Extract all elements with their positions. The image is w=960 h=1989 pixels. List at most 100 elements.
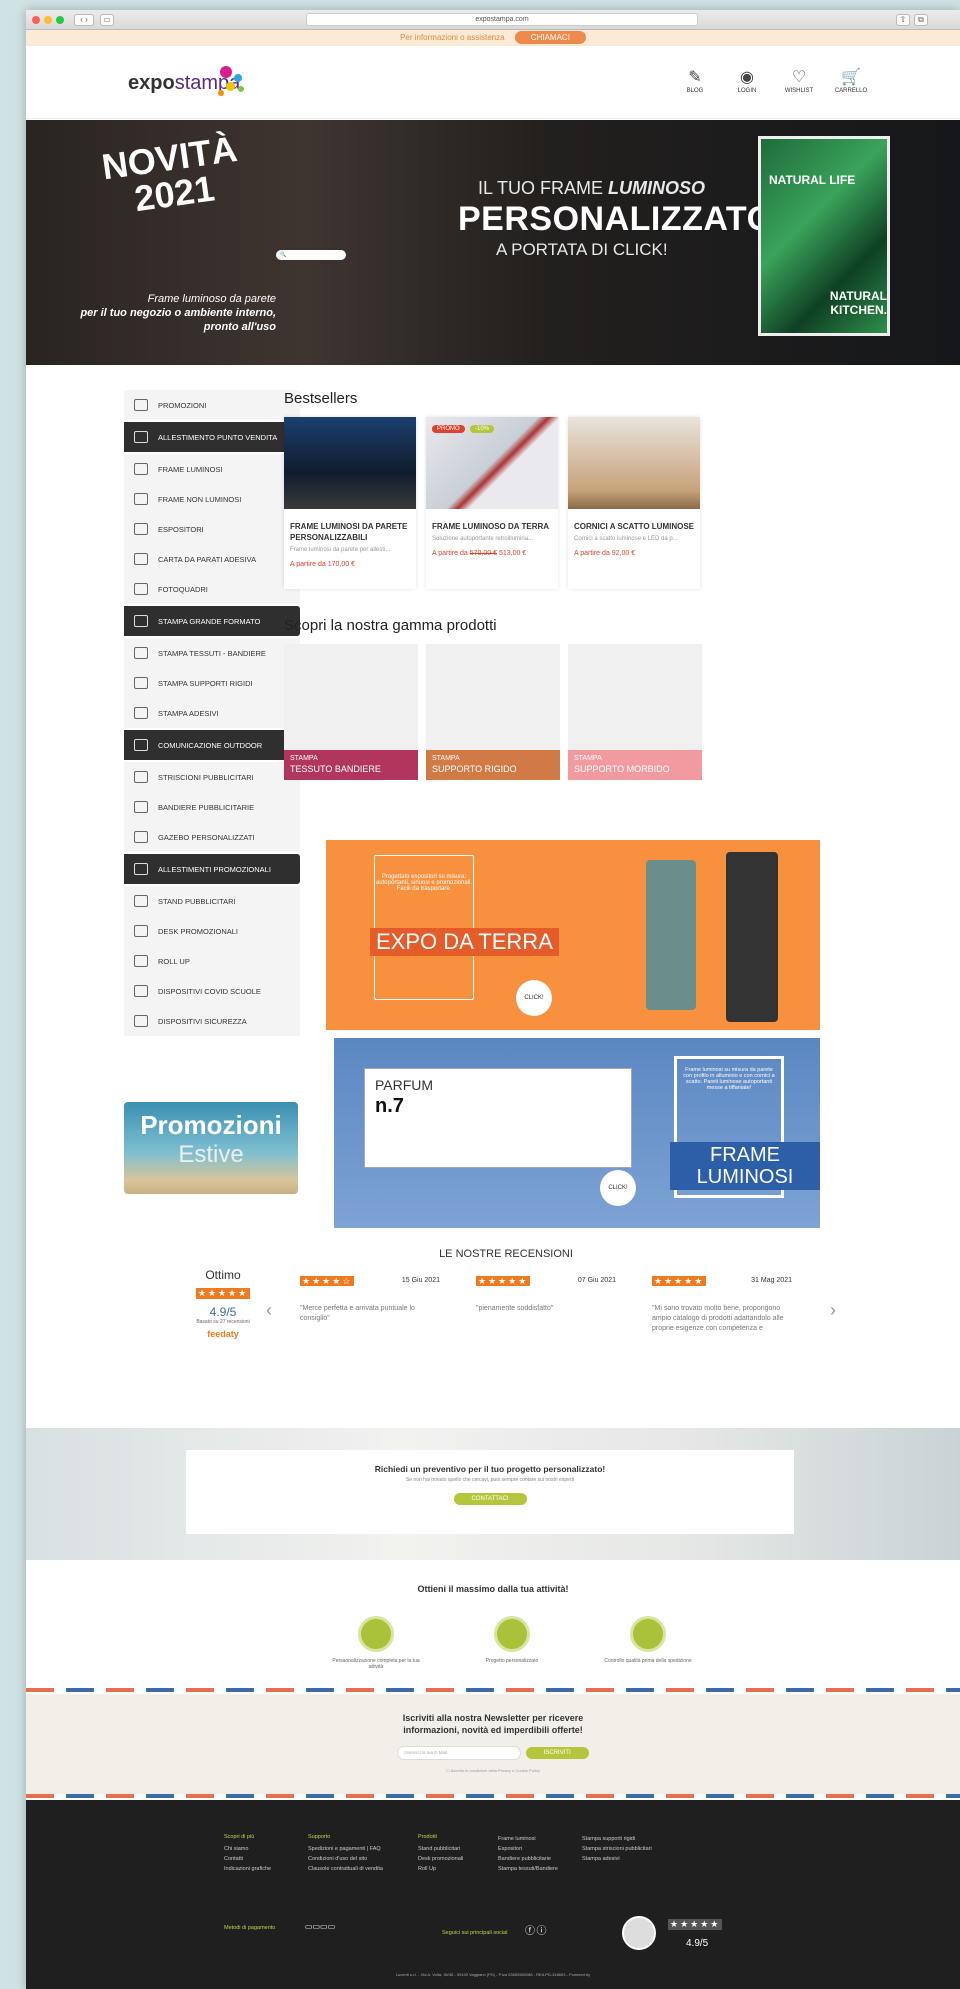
footer-link[interactable]: Stampa striscioni pubblicitari — [582, 1844, 652, 1854]
sidebar-item[interactable]: ESPOSITORI — [124, 514, 300, 544]
sidebar-item-label: FOTOQUADRI — [158, 584, 208, 594]
share-icon[interactable]: ⇧ — [896, 14, 910, 26]
gamma-card[interactable]: STAMPA SUPPORTO MORBIDO — [568, 644, 702, 780]
footer-link[interactable]: Roll Up — [418, 1864, 463, 1874]
privacy-checkbox[interactable]: ☐ Accetto le condizioni della Privacy e … — [26, 1768, 960, 1773]
product-desc: Cornici a scatto luminose e LED da p... — [574, 536, 678, 542]
gamma-name: SUPPORTO RIGIDO — [432, 764, 517, 774]
category-icon — [134, 739, 148, 751]
hero-lightbox-image: NATURAL LIFE NATURAL KITCHEN. — [758, 136, 890, 336]
footer-link[interactable]: Chi siamo — [224, 1844, 271, 1854]
chevron-left-icon[interactable]: ‹ — [266, 1300, 272, 1321]
star-rating-icon: ★★★★★ — [195, 1288, 251, 1299]
gamma-top: STAMPA — [432, 755, 460, 762]
footer-link[interactable]: Stand pubblicitari — [418, 1844, 463, 1854]
sidebar-item[interactable]: FOTOQUADRI — [124, 574, 300, 604]
footer-stars: ★★★★★ — [668, 1919, 723, 1930]
address-bar[interactable]: expostampa.com — [306, 13, 698, 26]
sidebar-item[interactable]: ALLESTIMENTI PROMOZIONALI — [124, 854, 300, 884]
footer-link[interactable]: Condizioni d'uso del sito — [308, 1854, 383, 1864]
hero-title-1: IL TUO FRAME LUMINOSO — [478, 178, 705, 199]
sidebar-item-label: DESK PROMOZIONALI — [158, 926, 239, 936]
gamma-list: STAMPA TESSUTO BANDIERE STAMPA SUPPORTO RI… — [284, 644, 704, 780]
close-window-icon[interactable] — [32, 16, 40, 24]
bestsellers-list: FRAME LUMINOSI DA PARETE PERSONALIZZABIL… — [284, 417, 704, 589]
cart-link[interactable]: 🛒 CARRELLO — [834, 68, 868, 94]
sidebar-item[interactable]: COMUNICAZIONE OUTDOOR — [124, 730, 300, 760]
expo-da-terra-banner[interactable]: Progettato espositori su misura: autopor… — [326, 840, 820, 1030]
instagram-icon[interactable]: ⓘ — [536, 1926, 546, 1937]
review-text: "Mi sono trovato molto bene, propongono … — [652, 1305, 784, 1332]
hero-search-input: 🔍 — [276, 250, 346, 260]
footer-link[interactable]: Bandiere pubblicitarie — [498, 1854, 558, 1864]
feature-item: Progetto personalizzato — [462, 1616, 562, 1664]
hero-title-1a: IL TUO FRAME — [478, 178, 609, 198]
sidebar-item[interactable]: DISPOSITIVI SICUREZZA — [124, 1006, 300, 1036]
preventivo-sub: Se non hai trovato quello che cercavi, p… — [405, 1477, 575, 1483]
sidebar-item[interactable]: STAMPA TESSUTI - BANDIERE — [124, 638, 300, 668]
sidebar-item[interactable]: ROLL UP — [124, 946, 300, 976]
category-icon — [134, 707, 148, 719]
sidebar-item[interactable]: FRAME NON LUMINOSI — [124, 484, 300, 514]
sidebar-item[interactable]: STRISCIONI PUBBLICITARI — [124, 762, 300, 792]
newsletter-email-input[interactable]: Inserisci la tua E-Mail — [397, 1746, 522, 1760]
chevron-right-icon[interactable]: › — [830, 1300, 836, 1321]
hero-banner[interactable]: NOVITÀ 2021 🔍 Frame luminoso da parete pe… — [26, 120, 960, 365]
promo-estive-banner[interactable]: Promozioni Estive — [124, 1102, 298, 1194]
site-footer: Metodi di pagamento ▭▭▭▭ Seguici sui pri… — [26, 1800, 960, 1989]
footer-link[interactable]: Desk promozionali — [418, 1854, 463, 1864]
wishlist-link[interactable]: ♡ WISHLIST — [782, 68, 816, 94]
footer-link[interactable]: Spedizioni e pagamenti | FAQ — [308, 1844, 383, 1854]
footer-link[interactable]: Clausole contrattuali di vendita — [308, 1864, 383, 1874]
sidebar-item[interactable]: CARTA DA PARATI ADESIVA — [124, 544, 300, 574]
tabs-icon[interactable]: ⧉ — [914, 14, 928, 26]
product-card[interactable]: FRAME LUMINOSI DA PARETE PERSONALIZZABIL… — [284, 417, 416, 589]
sidebar-item[interactable]: ALLESTIMENTO PUNTO VENDITA — [124, 422, 300, 452]
login-link[interactable]: ◉ LOGIN — [730, 68, 764, 94]
footer-link[interactable]: Espositori — [498, 1844, 558, 1854]
gamma-card[interactable]: STAMPA TESSUTO BANDIERE — [284, 644, 418, 780]
review-stars: ★★★★☆ — [300, 1276, 355, 1286]
sidebar-item[interactable]: PROMOZIONI — [124, 390, 300, 420]
iscriviti-button[interactable]: ISCRIVITI — [525, 1747, 589, 1759]
footer-link[interactable]: Indicazioni grafiche — [224, 1864, 271, 1874]
sidebar-item[interactable]: STAND PUBBLICITARI — [124, 886, 300, 916]
footer-link[interactable]: Contatti — [224, 1854, 271, 1864]
frame-label: FRAME LUMINOSI — [670, 1142, 820, 1190]
social-links: Seguici sui principali social ⓕ ⓘ — [442, 1922, 546, 1937]
minimize-window-icon[interactable] — [44, 16, 52, 24]
gamma-title: Scopri la nostra gamma prodotti — [284, 617, 497, 634]
gamma-label: STAMPA TESSUTO BANDIERE — [284, 750, 418, 780]
newsletter-title-1: Iscriviti alla nostra Newsletter per ric… — [402, 1713, 584, 1723]
blog-link[interactable]: ✎ BLOG — [678, 68, 712, 94]
sidebar-item[interactable]: STAMPA ADESIVI — [124, 698, 300, 728]
feedaty-logo[interactable]: feedaty — [188, 1329, 258, 1339]
frame-luminosi-banner[interactable]: PARFUM n.7 Frame luminosi su misura da pa… — [334, 1038, 820, 1228]
call-button[interactable]: CHIAMACI — [514, 31, 586, 44]
hero-sub-2: per il tuo negozio o ambiente interno, — [80, 307, 276, 319]
footer-link[interactable]: Frame luminosi — [498, 1834, 558, 1844]
product-card[interactable]: PROMO -10% FRAME LUMINOSO DA TERRA Soluz… — [426, 417, 558, 589]
bestsellers-title: Bestsellers — [284, 390, 358, 407]
reviews-section: LE NOSTRE RECENSIONI Ottimo ★★★★★ 4.9/5 … — [166, 1248, 846, 1339]
login-label: LOGIN — [737, 88, 757, 94]
sidebar-item[interactable]: STAMPA GRANDE FORMATO — [124, 606, 300, 636]
sidebar-item[interactable]: DESK PROMOZIONALI — [124, 916, 300, 946]
gamma-card[interactable]: STAMPA SUPPORTO RIGIDO — [426, 644, 560, 780]
sidebar-item[interactable]: BANDIERE PUBBLICITARIE — [124, 792, 300, 822]
facebook-icon[interactable]: ⓕ — [525, 1926, 535, 1937]
sidebar-item[interactable]: FRAME LUMINOSI — [124, 454, 300, 484]
footer-link[interactable]: Stampa adesivi — [582, 1854, 652, 1864]
zoom-window-icon[interactable] — [56, 16, 64, 24]
reviews-title: LE NOSTRE RECENSIONI — [439, 1248, 573, 1260]
footer-link[interactable]: Stampa supporti rigidi — [582, 1834, 652, 1844]
contattaci-button[interactable]: CONTATTACI — [453, 1493, 527, 1505]
sidebar-item[interactable]: GAZEBO PERSONALIZZATI — [124, 822, 300, 852]
product-card[interactable]: CORNICI A SCATTO LUMINOSE Cornici a scat… — [568, 417, 700, 589]
sidebar-item[interactable]: STAMPA SUPPORTI RIGIDI — [124, 668, 300, 698]
sidebar-toggle-icon[interactable]: ▭ — [100, 14, 114, 26]
footer-link[interactable]: Stampa tessuti/Bandiere — [498, 1864, 558, 1874]
sidebar-item[interactable]: DISPOSITIVI COVID SCUOLE — [124, 976, 300, 1006]
back-forward-icon[interactable]: ‹ › — [74, 14, 94, 26]
social-label: Seguici sui principali social — [442, 1930, 508, 1936]
